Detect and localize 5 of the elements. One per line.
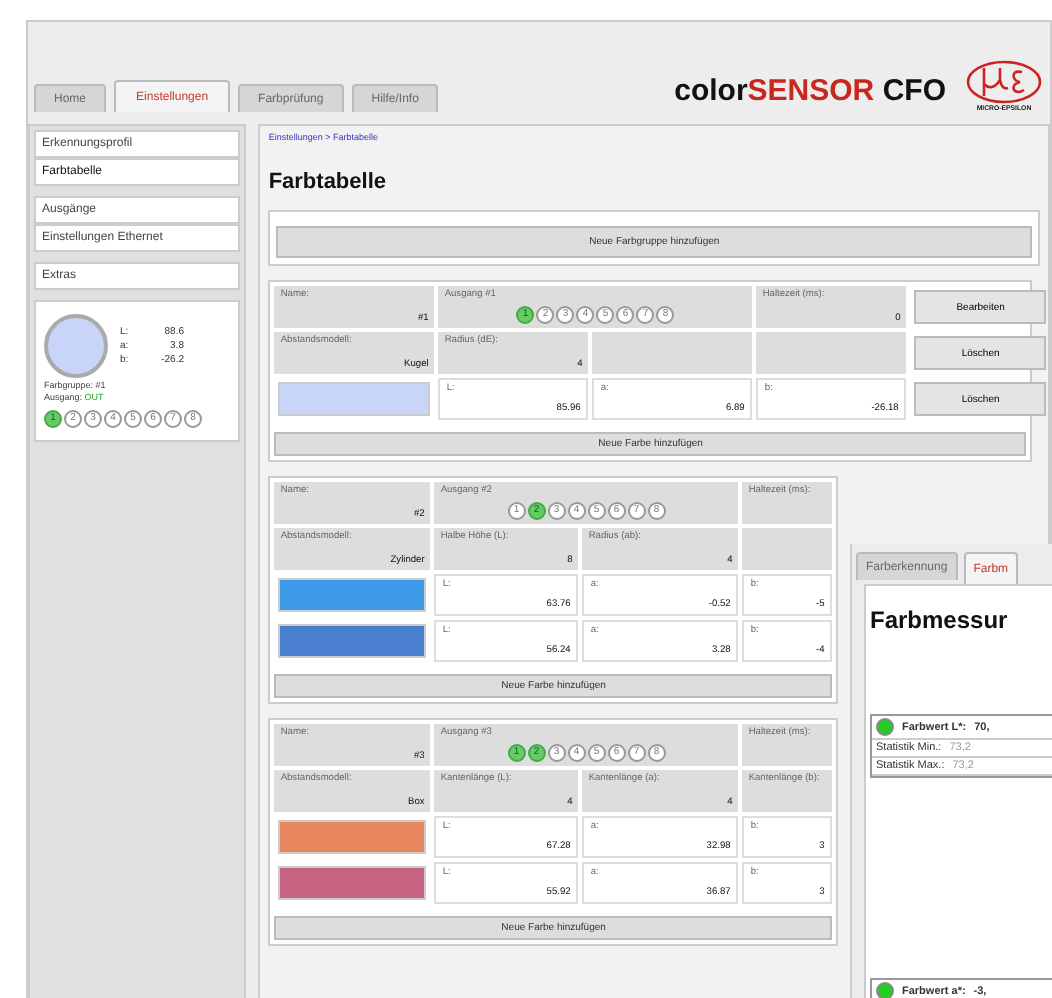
product-title: colorSENSOR CFO [674, 74, 946, 108]
logo-icon [964, 60, 1044, 104]
section-title: Farbmessur [870, 606, 1010, 634]
parameter-cell [742, 528, 833, 570]
page-title: Farbtabelle [268, 170, 388, 194]
